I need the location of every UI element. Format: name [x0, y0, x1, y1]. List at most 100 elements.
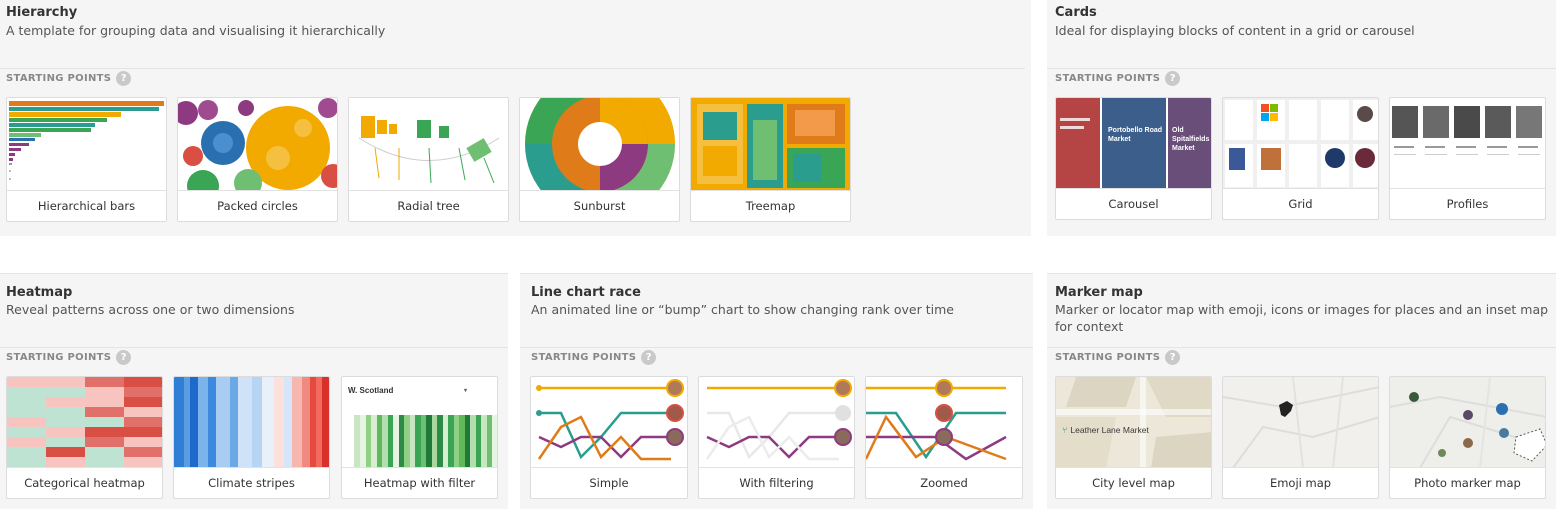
template-card-packed-circles[interactable]: Packed circles	[177, 97, 338, 222]
template-card-zoomed[interactable]: Zoomed	[865, 376, 1023, 499]
help-icon[interactable]: ?	[116, 350, 132, 365]
line-chart-race-panel: Line chart race An animated line or “bum…	[520, 273, 1033, 509]
template-card-heatmap-with-filter[interactable]: W. Scotland ▾ Heatmap with filter	[341, 376, 498, 499]
city-map-illustration	[1056, 377, 1211, 467]
divider	[1047, 68, 1556, 69]
starting-points-text: STARTING POINTS	[1055, 73, 1161, 84]
template-card-hierarchical-bars[interactable]: Hierarchical bars	[6, 97, 167, 222]
section-description: Marker or locator map with emoji, icons …	[1055, 302, 1549, 334]
card-label: Packed circles	[217, 198, 298, 213]
profiles-thumbnail	[1390, 98, 1545, 189]
card-label: Simple	[589, 475, 629, 490]
divider	[520, 347, 1033, 348]
emoji-map-thumbnail	[1223, 377, 1378, 468]
divider	[1047, 347, 1556, 348]
cards-panel: Cards Ideal for displaying blocks of con…	[1047, 0, 1556, 236]
divider	[0, 68, 1025, 69]
template-card-carousel[interactable]: Portobello Road Market Old Spitalfields …	[1055, 97, 1212, 220]
card-label: Climate stripes	[208, 475, 295, 490]
divider	[520, 273, 1033, 274]
divider	[1047, 273, 1556, 274]
hierarchical-bars-illustration	[9, 101, 164, 180]
hierarchical-bars-thumbnail	[7, 98, 166, 191]
help-icon[interactable]: ?	[1165, 71, 1181, 86]
card-label: Photo marker map	[1414, 475, 1521, 490]
template-card-grid[interactable]: Grid	[1222, 97, 1379, 220]
card-label: Categorical heatmap	[24, 475, 145, 490]
starting-points-label: STARTING POINTS ?	[6, 350, 132, 365]
categorical-heatmap-thumbnail	[7, 377, 162, 468]
line-race-zoomed-illustration	[866, 379, 1007, 461]
grid-thumbnail	[1223, 98, 1378, 189]
section-description: Ideal for displaying blocks of content i…	[1055, 23, 1415, 38]
sunburst-illustration	[525, 98, 675, 190]
section-title: Heatmap	[6, 285, 73, 300]
card-label: Treemap	[745, 198, 796, 213]
section-title: Hierarchy	[6, 5, 78, 20]
treemap-thumbnail	[691, 98, 850, 191]
climate-stripes-thumbnail	[174, 377, 329, 468]
starting-points-label: STARTING POINTS ?	[531, 350, 657, 365]
packed-circles-thumbnail	[178, 98, 337, 191]
template-card-photo-marker-map[interactable]: Photo marker map	[1389, 376, 1546, 499]
starting-points-text: STARTING POINTS	[531, 352, 637, 363]
map-place-name: Leather Lane Market	[1070, 425, 1149, 435]
card-label: With filtering	[739, 475, 814, 490]
card-label: Profiles	[1446, 196, 1489, 211]
grid-illustration	[1225, 100, 1378, 187]
packed-circles-illustration	[178, 98, 337, 190]
card-label: Radial tree	[397, 198, 460, 213]
starting-points-text: STARTING POINTS	[6, 352, 112, 363]
map-place-label: ⑂ Leather Lane Market	[1062, 425, 1149, 435]
card-label: Carousel	[1108, 196, 1159, 211]
help-icon[interactable]: ?	[116, 71, 132, 86]
template-card-categorical-heatmap[interactable]: Categorical heatmap	[6, 376, 163, 499]
card-label: Heatmap with filter	[363, 475, 476, 490]
climate-stripes-illustration	[174, 377, 329, 467]
treemap-illustration	[691, 98, 850, 190]
carousel-card-title: Portobello Road Market	[1108, 127, 1163, 143]
card-label: City level map	[1092, 475, 1175, 490]
template-card-profiles[interactable]: Profiles	[1389, 97, 1546, 220]
line-race-filtering-illustration	[705, 379, 852, 461]
emoji-map-illustration	[1223, 377, 1378, 467]
template-card-city-level-map[interactable]: ⑂ Leather Lane Market City level map	[1055, 376, 1212, 499]
marker-map-panel: Marker map Marker or locator map with em…	[1047, 273, 1556, 509]
section-description: A template for grouping data and visuali…	[6, 23, 386, 38]
city-level-map-thumbnail: ⑂ Leather Lane Market	[1056, 377, 1211, 468]
template-card-sunburst[interactable]: Sunburst	[519, 97, 680, 222]
photo-map-illustration	[1390, 377, 1545, 467]
line-race-simple-illustration	[536, 379, 684, 461]
starting-points-label: STARTING POINTS ?	[1055, 71, 1181, 86]
template-card-radial-tree[interactable]: Radial tree	[348, 97, 509, 222]
heatmap-with-filter-thumbnail: W. Scotland ▾	[342, 377, 497, 468]
template-card-with-filtering[interactable]: With filtering	[698, 376, 855, 499]
divider	[0, 273, 508, 274]
template-card-emoji-map[interactable]: Emoji map	[1222, 376, 1379, 499]
template-card-simple[interactable]: Simple	[530, 376, 688, 499]
section-title: Line chart race	[531, 285, 641, 300]
photo-marker-map-thumbnail	[1390, 377, 1545, 468]
card-label: Grid	[1288, 196, 1313, 211]
template-card-treemap[interactable]: Treemap	[690, 97, 851, 222]
with-filtering-thumbnail	[699, 377, 854, 468]
simple-thumbnail	[531, 377, 687, 468]
card-label: Zoomed	[920, 475, 968, 490]
zoomed-thumbnail	[866, 377, 1022, 468]
template-card-climate-stripes[interactable]: Climate stripes	[173, 376, 330, 499]
template-gallery: Hierarchy A template for grouping data a…	[0, 0, 1556, 509]
starting-points-text: STARTING POINTS	[1055, 352, 1161, 363]
hierarchy-panel: Hierarchy A template for grouping data a…	[0, 0, 1031, 236]
radial-tree-thumbnail	[349, 98, 508, 191]
categorical-heatmap-illustration	[7, 377, 162, 467]
fork-knife-icon: ⑂	[1062, 425, 1068, 435]
divider	[0, 347, 508, 348]
card-label: Hierarchical bars	[37, 198, 136, 213]
carousel-card-title: Old Spitalfields Market	[1172, 127, 1210, 152]
help-icon[interactable]: ?	[1165, 350, 1181, 365]
help-icon[interactable]: ?	[641, 350, 657, 365]
radial-tree-illustration	[358, 116, 500, 184]
starting-points-label: STARTING POINTS ?	[6, 71, 132, 86]
section-title: Marker map	[1055, 285, 1143, 300]
card-label: Emoji map	[1269, 475, 1332, 490]
